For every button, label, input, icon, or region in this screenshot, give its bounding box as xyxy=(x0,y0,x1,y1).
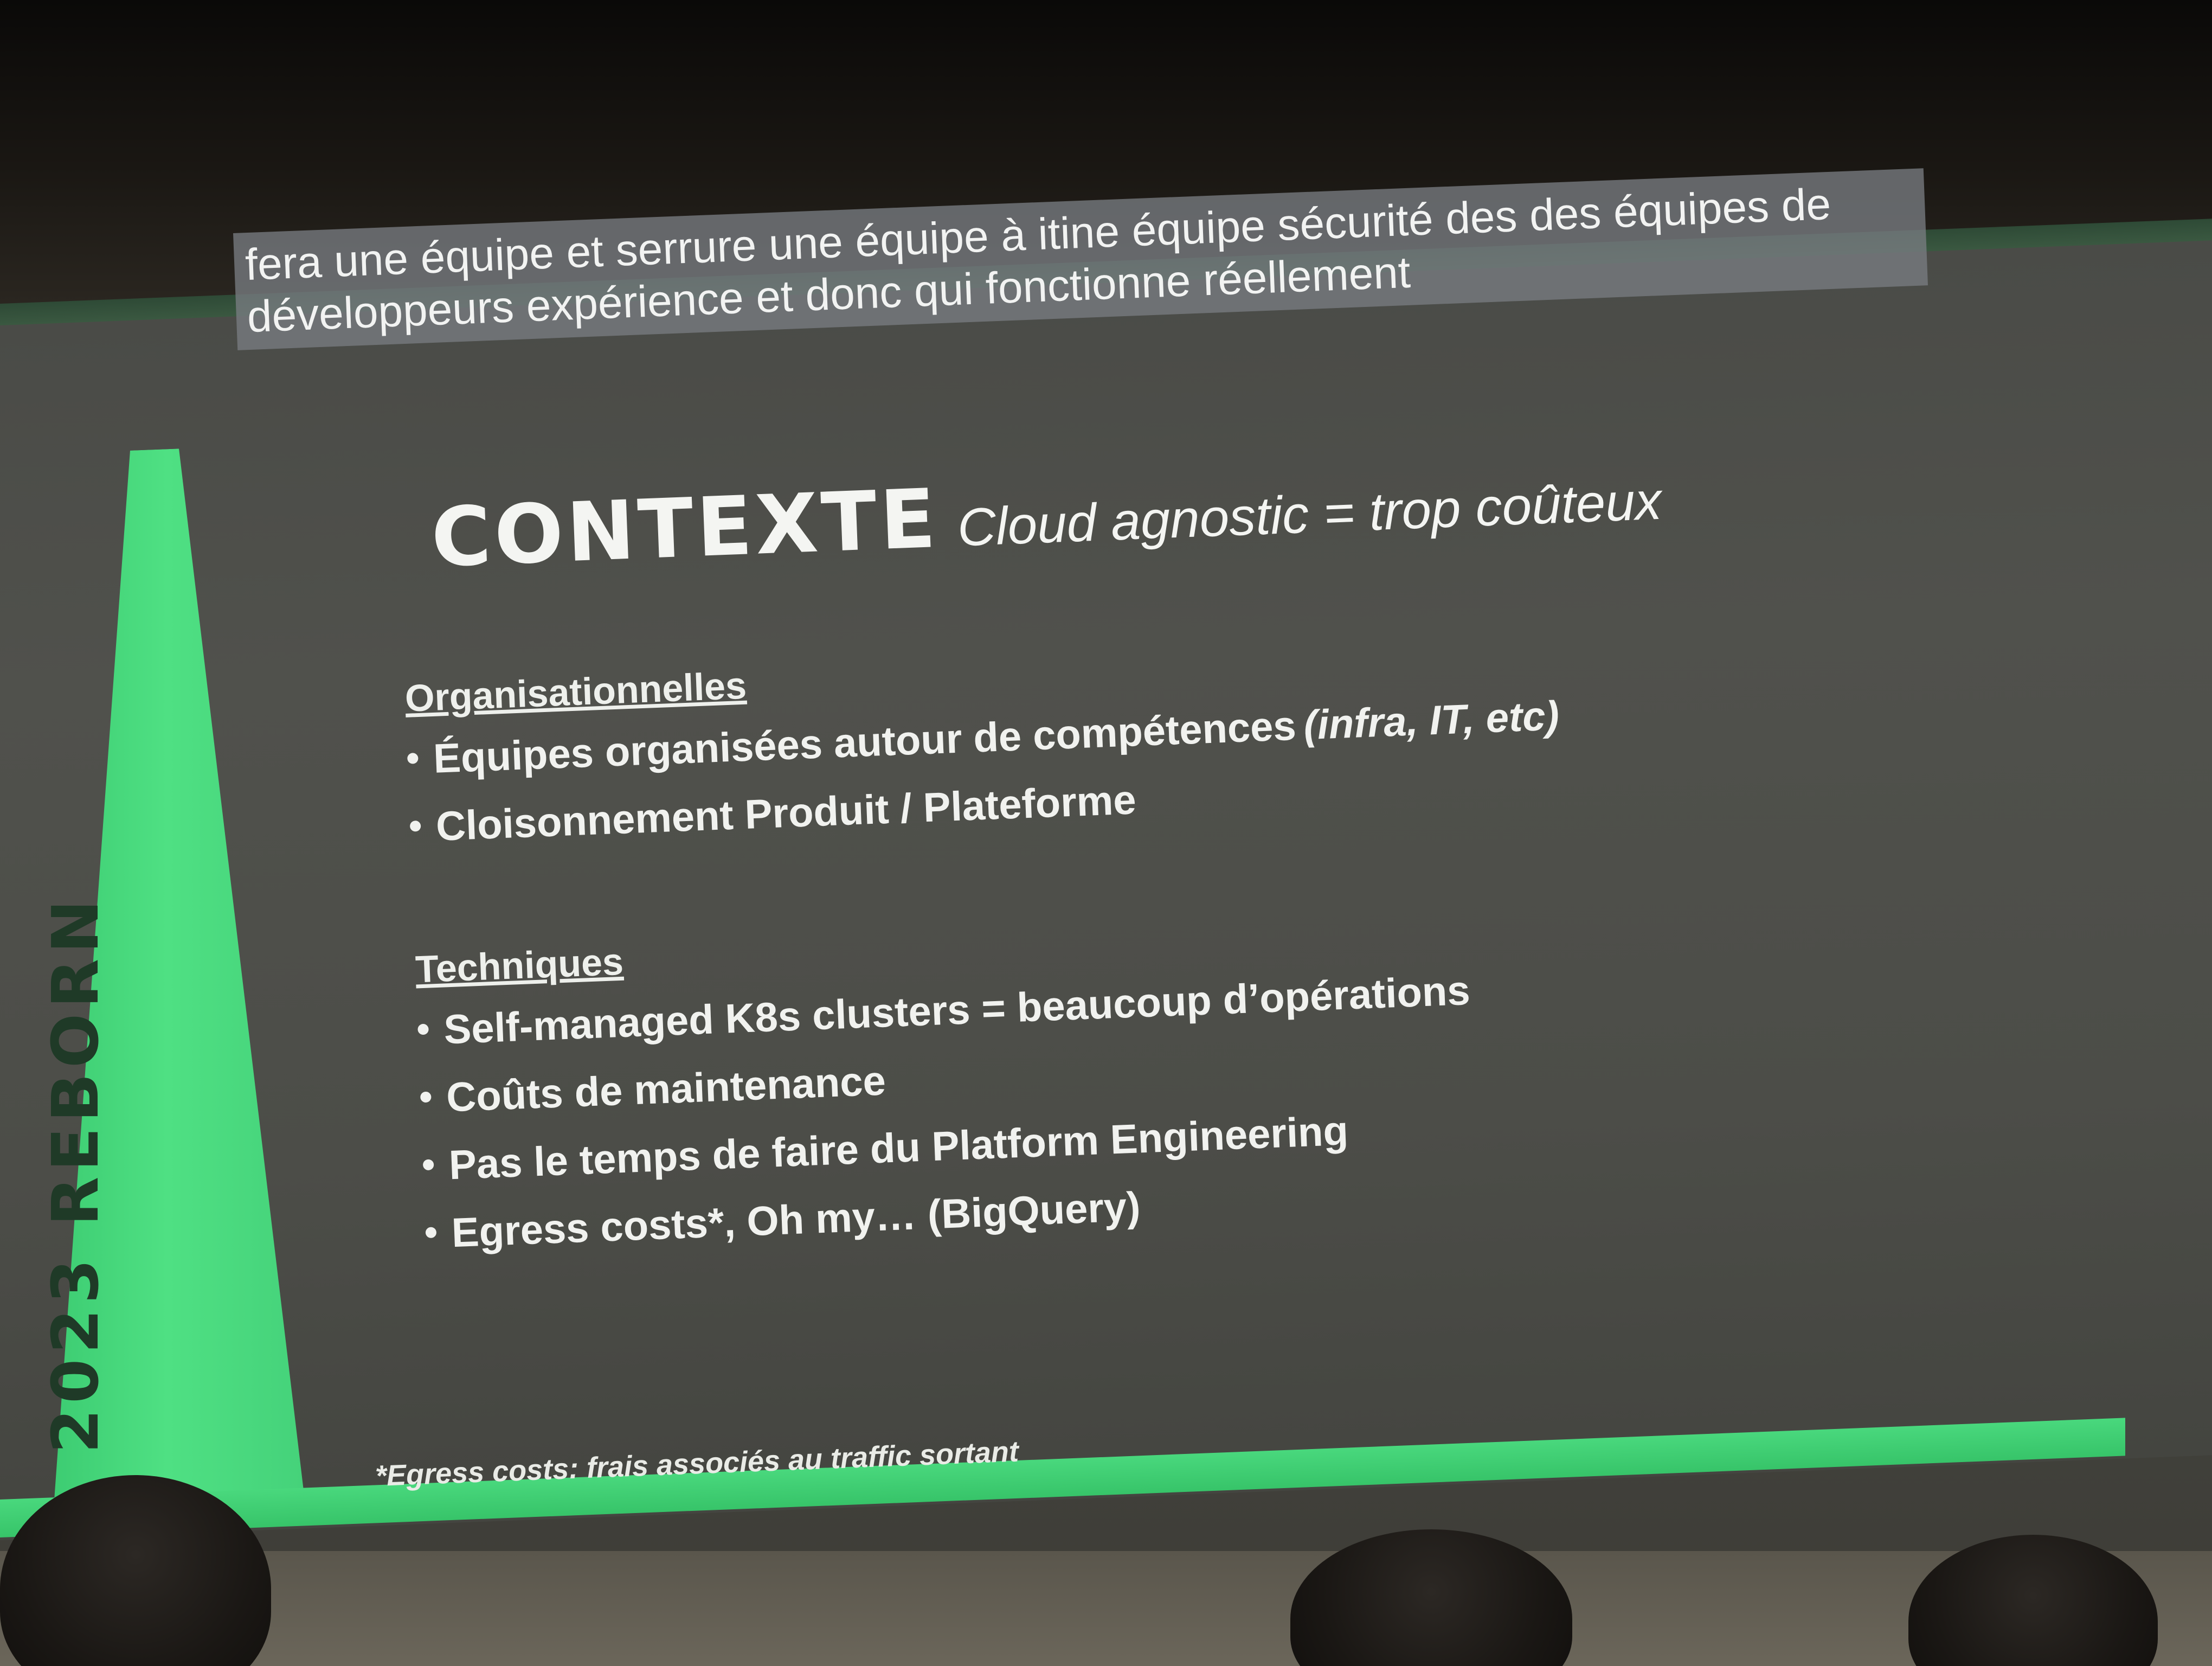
slide-content: CONTEXTE Cloud agnostic = trop coûteux O… xyxy=(0,0,2212,1666)
bullet-emphasis: (infra, IT, etc) xyxy=(1302,693,1560,749)
bullet-dot-icon xyxy=(425,1227,437,1239)
bullet-text: Egress costs*, Oh my… (BigQuery) xyxy=(451,1183,1141,1257)
bullet-text: Équipes organisées autour de compétences xyxy=(432,702,1297,782)
bullet-dot-icon xyxy=(409,820,421,832)
bullet-dot-icon xyxy=(420,1091,432,1103)
title-subtitle: Cloud agnostic = trop coûteux xyxy=(956,470,1663,558)
title-main: CONTEXTE xyxy=(429,471,941,586)
photo-scene: 2023 REBORN fera une équipe et serrure u… xyxy=(0,0,2212,1666)
bullet-text: Cloisonnement Produit / Plateforme xyxy=(435,777,1137,850)
section-techniques: Techniques Self-managed K8s clusters = b… xyxy=(415,907,1480,1278)
bullet-text: Coûts de maintenance xyxy=(445,1058,887,1121)
footnote: *Egress costs: frais associés au traffic… xyxy=(374,1435,1019,1493)
floor-wall xyxy=(0,1551,2212,1666)
bullet-dot-icon xyxy=(407,753,419,764)
section-organisationnelles: Organisationnelles Équipes organisées au… xyxy=(404,632,1564,872)
slide-title: CONTEXTE Cloud agnostic = trop coûteux xyxy=(429,444,1663,586)
bullet-dot-icon xyxy=(417,1023,429,1035)
bullet-text: Pas le temps de faire du Platform Engine… xyxy=(448,1107,1349,1189)
bullet-dot-icon xyxy=(422,1159,434,1171)
